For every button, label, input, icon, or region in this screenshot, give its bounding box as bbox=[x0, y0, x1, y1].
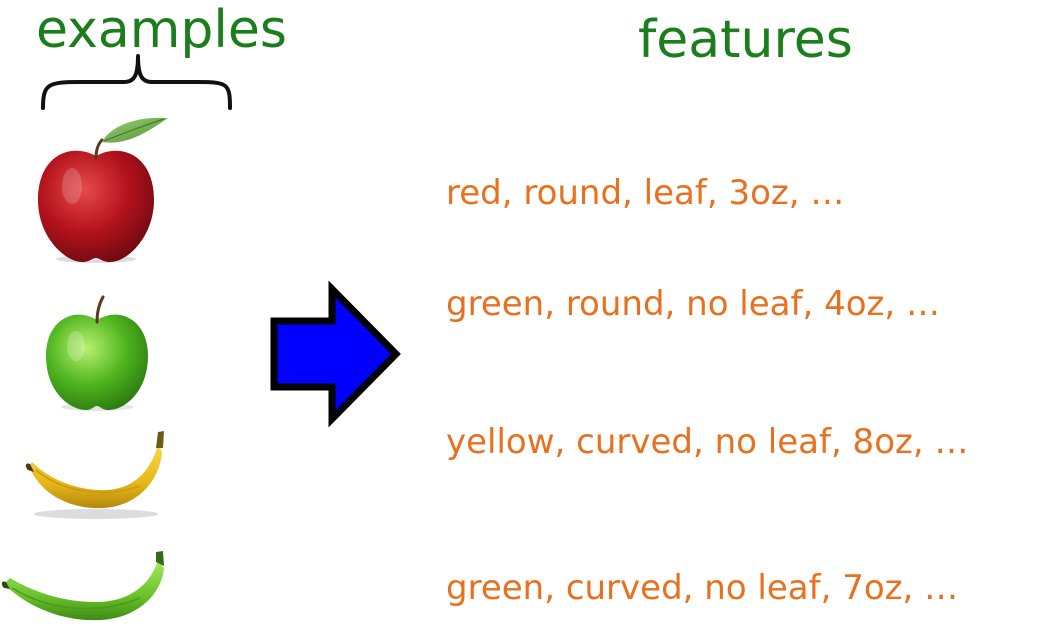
feature-text-green-apple: green, round, no leaf, 4oz, … bbox=[446, 284, 940, 324]
curly-brace-icon bbox=[41, 54, 232, 110]
feature-text-red-apple: red, round, leaf, 3oz, … bbox=[446, 173, 845, 213]
feature-text-yellow-banana: yellow, curved, no leaf, 8oz, … bbox=[446, 422, 969, 462]
green-banana-icon bbox=[1, 551, 164, 621]
green-apple-icon bbox=[46, 295, 148, 411]
red-apple-icon bbox=[38, 117, 168, 263]
yellow-banana-icon bbox=[25, 431, 164, 519]
feature-text-green-banana: green, curved, no leaf, 7oz, … bbox=[446, 568, 959, 608]
right-arrow-icon bbox=[270, 280, 401, 428]
